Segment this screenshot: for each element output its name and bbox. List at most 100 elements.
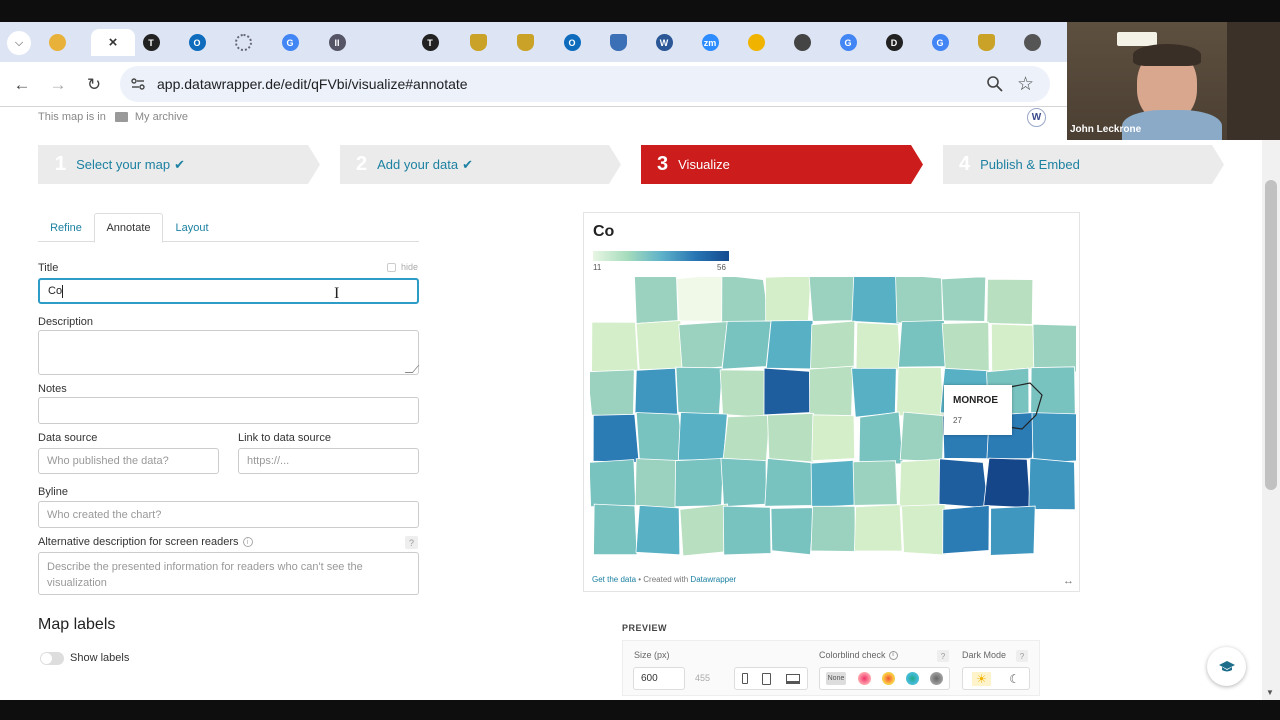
county-shape[interactable] xyxy=(810,320,856,371)
browser-tab[interactable]: II xyxy=(317,29,357,56)
county-shape[interactable] xyxy=(938,458,989,509)
browser-tab[interactable] xyxy=(223,29,263,56)
county-shape[interactable] xyxy=(852,460,898,506)
forward-arrow-icon[interactable]: → xyxy=(47,74,69,96)
browser-tab[interactable]: O xyxy=(552,29,592,56)
county-shape[interactable] xyxy=(634,458,679,510)
site-settings-icon[interactable] xyxy=(130,76,146,92)
page-scrollbar[interactable]: ▼ xyxy=(1262,140,1280,700)
county-shape[interactable] xyxy=(855,322,902,373)
moon-icon[interactable]: ☾ xyxy=(1009,672,1020,686)
zoom-search-icon[interactable] xyxy=(986,75,1004,93)
county-shape[interactable] xyxy=(764,458,814,507)
show-labels-toggle[interactable] xyxy=(40,652,64,665)
step-add-data[interactable]: 2 Add your data ✔ xyxy=(356,145,473,184)
county-shape[interactable] xyxy=(941,277,987,322)
browser-tab[interactable] xyxy=(598,29,638,56)
step-visualize[interactable]: 3 Visualize xyxy=(657,145,730,184)
county-shape[interactable] xyxy=(635,412,684,463)
county-shape[interactable] xyxy=(675,366,723,419)
deuteranopia-icon[interactable] xyxy=(881,672,895,685)
browser-tab[interactable] xyxy=(505,29,545,56)
address-bar[interactable]: app.datawrapper.de/edit/qFVbi/visualize#… xyxy=(120,66,1050,102)
tab-annotate[interactable]: Annotate xyxy=(94,213,163,243)
county-shape[interactable] xyxy=(895,277,944,327)
county-shape[interactable] xyxy=(941,321,990,372)
get-data-link[interactable]: Get the data xyxy=(592,575,636,584)
alt-text-textarea[interactable]: Describe the presented information for r… xyxy=(38,552,419,595)
county-shape[interactable] xyxy=(895,366,944,417)
tab-search-button[interactable]: ⌵ xyxy=(7,31,31,55)
browser-tab[interactable]: T xyxy=(410,29,450,56)
county-shape[interactable] xyxy=(990,505,1036,556)
county-shape[interactable] xyxy=(897,320,948,368)
step-select-map[interactable]: 1 Select your map ✔ xyxy=(55,145,185,184)
browser-tab[interactable] xyxy=(1012,29,1052,56)
browser-tab[interactable] xyxy=(966,29,1006,56)
county-shape[interactable] xyxy=(634,367,679,419)
step-publish[interactable]: 4 Publish & Embed xyxy=(959,145,1080,184)
resize-arrows-icon[interactable]: ↔ xyxy=(1063,575,1074,587)
county-shape[interactable] xyxy=(990,323,1035,372)
county-shape[interactable] xyxy=(721,320,772,370)
county-shape[interactable] xyxy=(679,503,729,557)
county-shape[interactable] xyxy=(678,321,728,371)
title-input[interactable]: Co xyxy=(38,278,419,304)
academy-help-button[interactable] xyxy=(1207,647,1246,686)
county-shape[interactable] xyxy=(674,457,724,508)
browser-tab[interactable] xyxy=(782,29,822,56)
county-shape[interactable] xyxy=(593,503,638,556)
datawrapper-link[interactable]: Datawrapper xyxy=(690,575,736,584)
link-input[interactable]: https://... xyxy=(238,448,419,474)
county-shape[interactable] xyxy=(808,277,856,322)
browser-tab[interactable]: O xyxy=(177,29,217,56)
county-shape[interactable] xyxy=(722,414,771,462)
workspace-avatar[interactable]: W xyxy=(1027,108,1046,127)
county-shape[interactable] xyxy=(898,458,946,509)
help-icon[interactable]: ? xyxy=(937,650,949,662)
browser-tab[interactable] xyxy=(37,29,77,56)
tablet-icon[interactable] xyxy=(762,672,772,685)
county-shape[interactable] xyxy=(720,457,767,508)
protanopia-icon[interactable] xyxy=(857,672,871,685)
bookmark-star-icon[interactable]: ☆ xyxy=(1017,73,1034,96)
county-shape[interactable] xyxy=(719,369,766,418)
info-icon[interactable]: i xyxy=(242,537,253,547)
byline-input[interactable]: Who created the chart? xyxy=(38,501,419,528)
tritanopia-icon[interactable] xyxy=(906,672,920,685)
hide-title-checkbox[interactable]: hide xyxy=(387,262,418,272)
back-arrow-icon[interactable]: ← xyxy=(11,74,33,96)
description-textarea[interactable] xyxy=(38,330,419,375)
colorblind-none-button[interactable]: None xyxy=(825,672,847,685)
county-shape[interactable] xyxy=(765,277,812,327)
grayscale-icon[interactable] xyxy=(930,672,944,685)
tab-refine[interactable]: Refine xyxy=(38,213,94,242)
county-shape[interactable] xyxy=(770,507,815,556)
county-shape[interactable] xyxy=(853,504,903,552)
county-shape[interactable] xyxy=(765,319,814,370)
county-shape[interactable] xyxy=(1031,412,1076,464)
reload-icon[interactable]: ↻ xyxy=(83,74,105,96)
county-shape[interactable] xyxy=(676,277,724,322)
county-shape[interactable] xyxy=(858,411,904,465)
county-shape[interactable] xyxy=(677,412,728,461)
county-shape[interactable] xyxy=(592,413,640,463)
sun-icon[interactable]: ☀ xyxy=(972,671,991,686)
browser-tab[interactable]: zm xyxy=(690,29,730,56)
help-icon[interactable]: ? xyxy=(1016,650,1028,662)
mobile-icon[interactable] xyxy=(742,673,749,684)
county-shape[interactable] xyxy=(851,277,901,325)
county-shape[interactable] xyxy=(986,278,1034,325)
desktop-icon[interactable] xyxy=(785,673,800,684)
browser-tab[interactable] xyxy=(458,29,498,56)
browser-tab[interactable] xyxy=(736,29,776,56)
browser-tab[interactable]: × xyxy=(91,29,135,56)
data-source-input[interactable]: Who published the data? xyxy=(38,448,219,474)
county-shape[interactable] xyxy=(810,505,856,552)
county-shape[interactable] xyxy=(635,320,685,370)
notes-input[interactable] xyxy=(38,397,419,424)
county-shape[interactable] xyxy=(901,504,947,556)
county-shape[interactable] xyxy=(722,505,772,556)
county-shape[interactable] xyxy=(635,504,681,556)
browser-tab[interactable]: G xyxy=(828,29,868,56)
